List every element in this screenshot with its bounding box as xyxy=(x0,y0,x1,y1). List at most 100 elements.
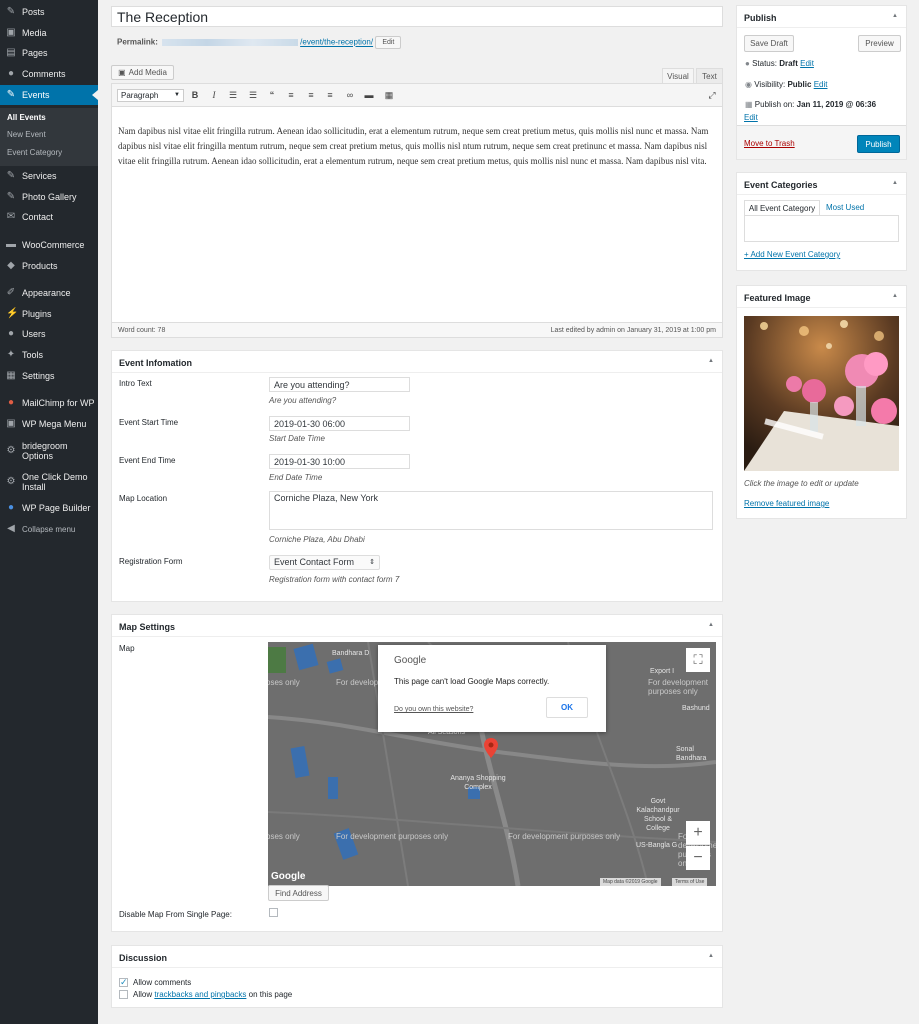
sidebar-item-services[interactable]: ✎ Services xyxy=(0,166,98,186)
comments-icon: ● xyxy=(7,68,15,79)
sidebar-item-media[interactable]: ▣ Media xyxy=(0,23,98,43)
permalink-link[interactable]: /event/the-reception/ xyxy=(300,38,373,47)
dialog-ok-button[interactable]: OK xyxy=(546,697,588,718)
collapse-menu[interactable]: ◀ Collapse menu xyxy=(0,519,98,539)
tab-most-used[interactable]: Most Used xyxy=(826,203,864,212)
start-time-input[interactable] xyxy=(269,416,410,431)
sidebar-item-posts[interactable]: ✎ Posts xyxy=(0,2,98,22)
numbered-list-icon[interactable]: ☰ xyxy=(247,90,259,101)
sidebar-item-plugins[interactable]: ⚡ Plugins xyxy=(0,304,98,324)
map-settings-header[interactable]: Map Settings ▲ xyxy=(112,615,722,637)
end-time-input[interactable] xyxy=(269,454,410,469)
discussion-header[interactable]: Discussion ▲ xyxy=(112,946,722,968)
sidebar-item-tools[interactable]: ✦ Tools xyxy=(0,345,98,365)
preview-button[interactable]: Preview xyxy=(858,35,901,52)
menu-icon: ▣ xyxy=(6,418,16,429)
submenu-event-category[interactable]: Event Category xyxy=(7,148,62,157)
format-select[interactable]: Paragraph ▼ xyxy=(117,89,184,102)
bullet-list-icon[interactable]: ☰ xyxy=(227,90,239,101)
sidebar-item-users[interactable]: ● Users xyxy=(0,324,98,344)
collapse-toggle-icon[interactable]: ▲ xyxy=(892,13,898,19)
sidebar-item-one-click-demo[interactable]: ⚙ One Click Demo Install xyxy=(0,468,98,496)
users-icon: ● xyxy=(7,328,15,339)
event-info-header[interactable]: Event Infomation ▲ xyxy=(112,351,722,373)
schedule-edit-link[interactable]: Edit xyxy=(744,113,758,122)
editor-content[interactable]: Nam dapibus nisl vitae elit fringilla ru… xyxy=(111,107,723,323)
sidebar-item-pages[interactable]: ▤ Pages xyxy=(0,43,98,63)
event-categories-header[interactable]: Event Categories ▲ xyxy=(737,173,906,195)
visibility-edit-link[interactable]: Edit xyxy=(814,80,828,89)
italic-icon[interactable]: I xyxy=(208,90,220,100)
google-map[interactable]: oses only For development purposes only … xyxy=(268,642,716,886)
collapse-toggle-icon[interactable]: ▲ xyxy=(892,180,898,186)
registration-form-select[interactable]: Event Contact Form ⇕ xyxy=(269,555,380,570)
intro-text-label: Intro Text xyxy=(119,379,152,388)
move-to-trash-link[interactable]: Move to Trash xyxy=(744,139,795,148)
calendar-icon: ▦ xyxy=(745,100,753,109)
end-time-desc: End Date Time xyxy=(269,473,323,482)
save-draft-button[interactable]: Save Draft xyxy=(744,35,794,52)
sidebar-item-contact[interactable]: ✉ Contact xyxy=(0,207,98,227)
events-icon: ✎ xyxy=(6,89,16,100)
align-left-icon[interactable]: ≡ xyxy=(285,90,297,100)
featured-image-thumbnail[interactable] xyxy=(744,316,899,471)
post-editor: ▣ Add Media Visual Text Paragraph ▼ B I ☰ … xyxy=(111,65,723,338)
tab-text[interactable]: Text xyxy=(696,68,723,83)
sidebar-item-products[interactable]: ◆ Products xyxy=(0,256,98,276)
fullscreen-icon[interactable]: ⛶ xyxy=(686,648,710,672)
sidebar-item-woocommerce[interactable]: ▬ WooCommerce xyxy=(0,235,98,255)
sidebar-item-events[interactable]: ✎ Events xyxy=(0,85,98,105)
collapse-toggle-icon[interactable]: ▲ xyxy=(708,953,714,959)
align-center-icon[interactable]: ≡ xyxy=(305,90,317,100)
add-new-category-link[interactable]: + Add New Event Category xyxy=(744,250,840,259)
tab-all-event-category[interactable]: All Event Category xyxy=(744,200,820,215)
permalink-edit-button[interactable]: Edit xyxy=(375,36,402,49)
sidebar-item-mailchimp[interactable]: ● MailChimp for WP xyxy=(0,393,98,413)
featured-image-picture xyxy=(744,316,899,471)
intro-text-input[interactable] xyxy=(269,377,410,392)
fullscreen-icon[interactable]: ⤢ xyxy=(706,90,718,101)
maps-error-dialog: Google This page can't load Google Maps … xyxy=(378,645,606,732)
map-place-label: Bashund xyxy=(682,705,710,712)
collapse-toggle-icon[interactable]: ▲ xyxy=(708,358,714,364)
zoom-in-icon[interactable]: + xyxy=(686,821,710,845)
disable-map-checkbox[interactable] xyxy=(269,908,278,917)
sidebar-item-settings[interactable]: ▦ Settings xyxy=(0,366,98,386)
publish-header[interactable]: Publish ▲ xyxy=(737,6,906,28)
bold-icon[interactable]: B xyxy=(189,90,201,100)
sidebar-item-photo-gallery[interactable]: ✎ Photo Gallery xyxy=(0,187,98,207)
submenu-new-event[interactable]: New Event xyxy=(7,130,46,139)
publish-button[interactable]: Publish xyxy=(857,135,900,153)
end-time-label: Event End Time xyxy=(119,456,176,465)
read-more-icon[interactable]: ▬ xyxy=(363,90,375,100)
add-media-button[interactable]: ▣ Add Media xyxy=(111,65,174,80)
allow-comments-checkbox[interactable]: ✓ xyxy=(119,978,128,987)
sidebar-item-wp-mega-menu[interactable]: ▣ WP Mega Menu xyxy=(0,414,98,434)
disable-map-label: Disable Map From Single Page: xyxy=(119,910,232,919)
align-right-icon[interactable]: ≡ xyxy=(324,90,336,100)
toolbar-toggle-icon[interactable]: ▦ xyxy=(383,90,395,101)
submenu-all-events[interactable]: All Events xyxy=(7,113,46,122)
link-icon[interactable]: ∞ xyxy=(344,90,356,100)
map-location-textarea[interactable]: Corniche Plaza, New York xyxy=(269,491,713,530)
post-title-input[interactable] xyxy=(111,6,723,27)
tab-visual[interactable]: Visual xyxy=(662,68,694,83)
collapse-toggle-icon[interactable]: ▲ xyxy=(708,622,714,628)
trackbacks-link[interactable]: trackbacks and pingbacks xyxy=(154,990,246,999)
map-marker-icon[interactable] xyxy=(484,738,498,758)
sidebar-item-appearance[interactable]: ✐ Appearance xyxy=(0,283,98,303)
sidebar-item-bridegroom-options[interactable]: ⚙ bridegroom Options xyxy=(0,437,98,465)
featured-image-header[interactable]: Featured Image ▲ xyxy=(737,286,906,308)
remove-featured-image-link[interactable]: Remove featured image xyxy=(744,499,829,508)
sidebar-item-comments[interactable]: ● Comments xyxy=(0,64,98,84)
own-website-link[interactable]: Do you own this website? xyxy=(394,706,473,713)
allow-pingbacks-checkbox[interactable] xyxy=(119,990,128,999)
pages-icon: ▤ xyxy=(6,47,16,58)
blockquote-icon[interactable]: “ xyxy=(266,90,278,100)
find-address-button[interactable]: Find Address xyxy=(268,885,329,901)
status-edit-link[interactable]: Edit xyxy=(800,59,814,68)
zoom-out-icon[interactable]: − xyxy=(686,846,710,870)
collapse-toggle-icon[interactable]: ▲ xyxy=(892,293,898,299)
terms-link[interactable]: Terms of Use xyxy=(672,878,708,886)
sidebar-item-wp-page-builder[interactable]: ● WP Page Builder xyxy=(0,498,98,518)
